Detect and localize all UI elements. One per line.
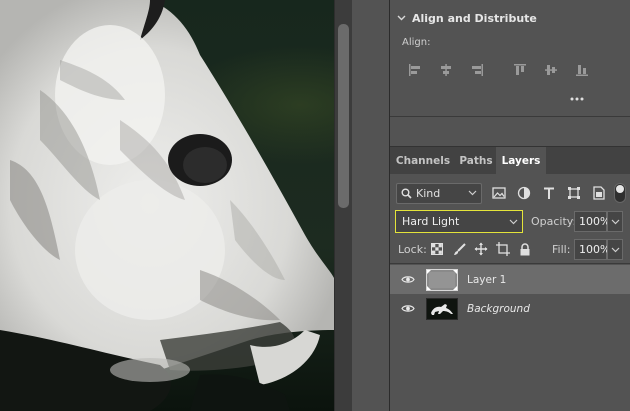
smart-object-filter-icon[interactable] <box>588 184 610 202</box>
opacity-dropdown-button[interactable] <box>607 211 623 232</box>
opacity-field[interactable]: 100% <box>574 211 610 232</box>
lock-artboard-icon[interactable] <box>494 240 512 258</box>
chevron-down-icon <box>611 219 619 224</box>
tab-channels[interactable]: Channels <box>390 147 456 175</box>
layer-thumbnail <box>426 297 458 320</box>
blend-mode-select[interactable]: Hard Light <box>395 210 523 233</box>
scrollbar-thumb[interactable] <box>338 24 349 208</box>
layer-filter-row: Kind <box>396 182 628 204</box>
panel-gutter <box>352 0 390 411</box>
horse-image <box>0 0 334 411</box>
divider <box>390 263 630 264</box>
fill-field[interactable]: 100% <box>574 239 610 260</box>
canvas-vertical-scrollbar[interactable] <box>334 0 352 411</box>
lock-all-icon[interactable] <box>516 240 534 258</box>
visibility-eye-icon[interactable] <box>390 275 426 284</box>
kind-label: Kind <box>416 186 441 200</box>
tab-paths[interactable]: Paths <box>456 147 496 175</box>
layer-row[interactable]: Background <box>390 294 630 323</box>
chevron-down-icon <box>611 247 619 252</box>
opacity-label: Opacity: <box>531 215 577 228</box>
right-panel: Align and Distribute Align: Channels Pat… <box>390 0 630 411</box>
align-panel-title: Align and Distribute <box>412 11 537 25</box>
layer-thumbnail <box>426 268 458 291</box>
divider <box>390 116 630 117</box>
lock-position-icon[interactable] <box>472 240 490 258</box>
fill-dropdown-button[interactable] <box>607 239 623 260</box>
align-bottom-edges-icon[interactable] <box>571 61 593 79</box>
chevron-down-icon <box>468 190 477 196</box>
align-vertical-centers-icon[interactable] <box>540 61 562 79</box>
align-horizontal-centers-icon[interactable] <box>435 61 457 79</box>
layer-name[interactable]: Layer 1 <box>467 274 506 286</box>
adjustment-layer-filter-icon[interactable] <box>513 184 535 202</box>
document-canvas[interactable] <box>0 0 334 411</box>
shape-layer-filter-icon[interactable] <box>563 184 585 202</box>
type-layer-filter-icon[interactable] <box>538 184 560 202</box>
more-options-icon[interactable] <box>568 92 586 106</box>
align-left-edges-icon[interactable] <box>404 61 426 79</box>
blend-mode-value: Hard Light <box>402 215 460 228</box>
layer-row[interactable]: Layer 1 <box>390 265 630 294</box>
lock-transparent-pixels-icon[interactable] <box>428 240 446 258</box>
search-icon <box>401 188 412 199</box>
align-panel-header[interactable]: Align and Distribute <box>390 8 630 28</box>
kind-filter-select[interactable]: Kind <box>396 182 482 204</box>
layers-list-empty-area <box>390 324 630 411</box>
pixel-layer-filter-icon[interactable] <box>488 184 510 202</box>
align-top-edges-icon[interactable] <box>509 61 531 79</box>
lock-label: Lock: <box>398 243 427 256</box>
lock-image-pixels-icon[interactable] <box>450 240 468 258</box>
align-buttons <box>404 61 602 79</box>
layer-name[interactable]: Background <box>467 303 530 315</box>
fill-label: Fill: <box>552 243 571 256</box>
tab-layers[interactable]: Layers <box>496 147 546 175</box>
collapse-chevron-icon[interactable] <box>390 15 412 21</box>
align-label: Align: <box>402 37 431 48</box>
chevron-down-icon <box>509 219 518 224</box>
align-right-edges-icon[interactable] <box>466 61 488 79</box>
layers-tab-bar: Channels Paths Layers <box>390 146 630 175</box>
visibility-eye-icon[interactable] <box>390 304 426 313</box>
filter-toggle-icon[interactable] <box>614 183 626 203</box>
